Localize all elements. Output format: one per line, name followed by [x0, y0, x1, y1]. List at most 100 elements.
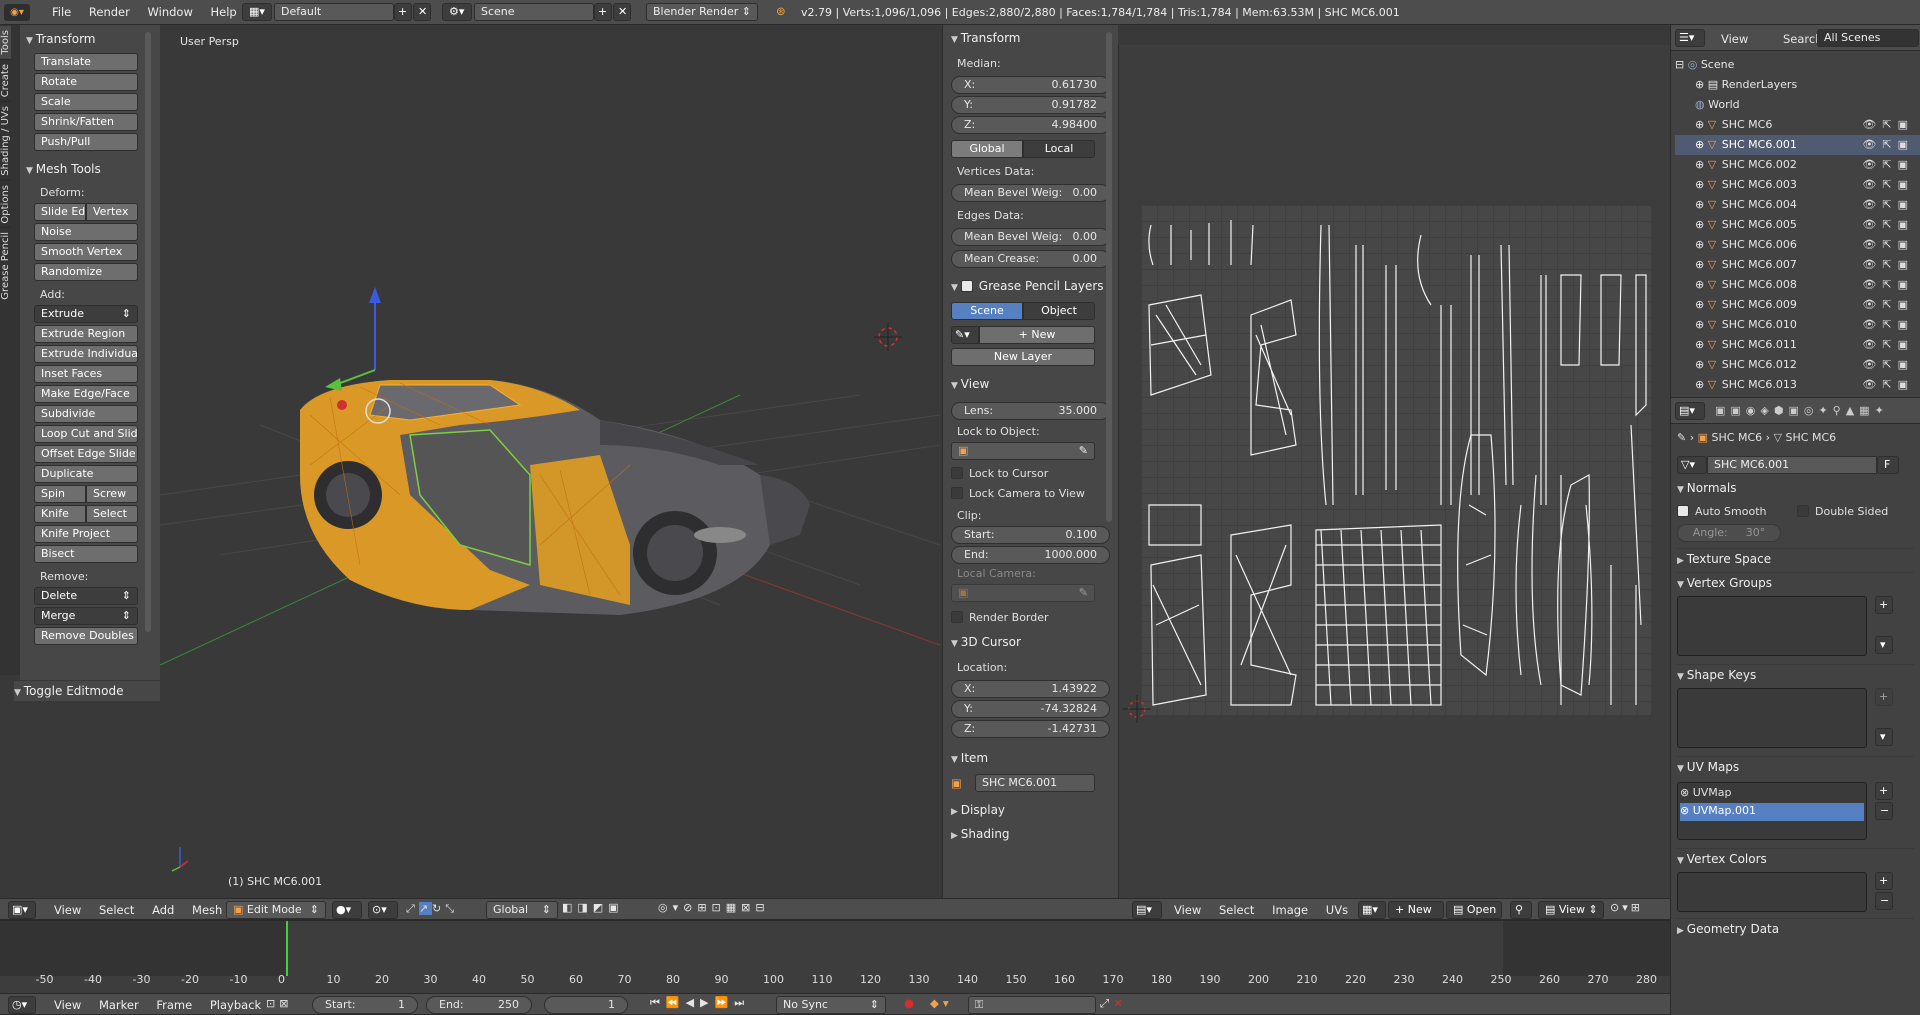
shrink-fatten-button[interactable]: Shrink/Fatten: [34, 113, 138, 131]
add-layout-icon[interactable]: +: [394, 3, 412, 21]
uv-menu-image[interactable]: Image: [1272, 903, 1308, 917]
proportional-snap-icons[interactable]: ◎▾⊘⊞⊡▦⊠⊟: [658, 901, 770, 914]
display-panel-header[interactable]: Display: [951, 800, 1110, 820]
fake-user-button[interactable]: F: [1877, 456, 1899, 474]
texture-space-header[interactable]: Texture Space: [1677, 548, 1914, 568]
pivot-icon[interactable]: ⊙▾: [368, 901, 398, 919]
outliner-object-row[interactable]: ⊕ ▽ SHC MC6.004 👁⇱▣: [1675, 195, 1920, 215]
preview-range-icons[interactable]: ⊡⊠: [266, 997, 292, 1010]
uv-menu-view[interactable]: View: [1174, 903, 1201, 917]
outliner-object-row[interactable]: ⊕ ▽ SHC MC6.007 👁⇱▣: [1675, 255, 1920, 275]
outliner-world-row[interactable]: ◍ World: [1675, 95, 1920, 115]
uv-pivot-icons[interactable]: ⊙▾⊞: [1610, 901, 1643, 914]
viewport-editor-icon[interactable]: ▣▾: [8, 901, 36, 919]
grease-pencil-header[interactable]: Grease Pencil Layers: [951, 276, 1110, 296]
lock-camera-box[interactable]: [951, 487, 963, 499]
global-toggle[interactable]: Global: [951, 140, 1023, 158]
lock-cursor-box[interactable]: [951, 467, 963, 479]
remove-vertex-color-icon[interactable]: −: [1875, 892, 1893, 910]
uv-editor-icon[interactable]: ▤▾: [1132, 901, 1162, 919]
pin-image-icon[interactable]: ⚲: [1510, 901, 1532, 919]
lock-cursor-checkbox[interactable]: Lock to Cursor: [951, 466, 1110, 482]
cursor-z-field[interactable]: Z: -1.42731: [951, 720, 1110, 738]
lens-field[interactable]: Lens: 35.000: [951, 402, 1110, 420]
outliner-renderlayers-row[interactable]: ⊕ ▤ RenderLayers: [1675, 75, 1920, 95]
expand-icon[interactable]: ⊕: [1695, 378, 1708, 391]
gp-object-toggle[interactable]: Object: [1023, 302, 1095, 320]
visibility-icons[interactable]: 👁⇱▣: [1862, 175, 1914, 195]
timeline[interactable]: -50 -40 -30 -20 -10 0 10 20 30 40 50 60 70 80 90 100 110…: [0, 920, 1670, 993]
duplicate-button[interactable]: Duplicate: [34, 465, 138, 483]
offset-edge-slide-button[interactable]: Offset Edge Slide: [34, 445, 138, 463]
n-transform-header[interactable]: Transform: [951, 28, 1110, 48]
uv-map-row[interactable]: ⊗ UVMap: [1680, 785, 1864, 803]
visibility-icons[interactable]: 👁⇱▣: [1862, 235, 1914, 255]
properties-context-tabs[interactable]: ▣▣◉◈⬢▣◎✦⚲▲▦✦: [1715, 404, 1889, 417]
shape-keys-header[interactable]: Shape Keys: [1677, 664, 1914, 684]
slide-edge-button[interactable]: Slide Ed: [34, 203, 86, 221]
toolshelf-scrollbar[interactable]: [145, 32, 151, 632]
current-frame-field[interactable]: 1: [544, 996, 628, 1014]
extrude-dropdown[interactable]: Extrude ⇕: [34, 305, 138, 323]
make-edge-face-button[interactable]: Make Edge/Face: [34, 385, 138, 403]
menu-window[interactable]: Window: [148, 5, 193, 19]
visibility-icons[interactable]: 👁⇱▣: [1862, 155, 1914, 175]
outliner-object-row[interactable]: ⊕ ▽ SHC MC6.011 👁⇱▣: [1675, 335, 1920, 355]
expand-icon[interactable]: ⊕: [1695, 198, 1708, 211]
transform-panel-header[interactable]: Transform: [26, 29, 154, 49]
geometry-data-header[interactable]: Geometry Data: [1677, 918, 1914, 938]
properties-editor-icon[interactable]: ▤▾: [1675, 402, 1705, 420]
n-panel-scrollbar[interactable]: [1106, 32, 1112, 522]
expand-icon[interactable]: ⊕: [1695, 158, 1708, 171]
outliner-scene-row[interactable]: ⊟ ◎ Scene: [1675, 55, 1920, 75]
expand-icon[interactable]: ⊕: [1695, 178, 1708, 191]
shape-key-menu-icon[interactable]: ▾: [1875, 728, 1893, 746]
expand-icon[interactable]: ⊕: [1695, 238, 1708, 251]
tl-menu-frame[interactable]: Frame: [156, 998, 192, 1012]
outliner-object-row[interactable]: ⊕ ▽ SHC MC6 👁⇱▣: [1675, 115, 1920, 135]
select-mode-icons[interactable]: ◧◨◩▣: [562, 901, 624, 914]
outliner-object-row[interactable]: ⊕ ▽ SHC MC6.006 👁⇱▣: [1675, 235, 1920, 255]
push-pull-button[interactable]: Push/Pull: [34, 133, 138, 151]
layout-field[interactable]: Default: [274, 3, 394, 21]
visibility-icons[interactable]: 👁⇱▣: [1862, 295, 1914, 315]
knife-button[interactable]: Knife: [34, 505, 86, 523]
render-border-box[interactable]: [951, 611, 963, 623]
screw-button[interactable]: Screw: [86, 485, 138, 503]
visibility-icons[interactable]: 👁⇱▣: [1862, 115, 1914, 135]
playback-controls[interactable]: ⏮⏪◀▶⏩⏭: [650, 996, 750, 1010]
remove-layout-icon[interactable]: ✕: [413, 3, 431, 21]
subdivide-button[interactable]: Subdivide: [34, 405, 138, 423]
shape-keys-list[interactable]: [1677, 688, 1867, 748]
outliner-editor-icon[interactable]: ☰▾: [1675, 29, 1705, 47]
angle-field[interactable]: Angle: 30°: [1677, 524, 1781, 542]
keying-set-field[interactable]: ⚿: [968, 996, 1096, 1014]
blender-logo-icon[interactable]: ◉▾: [4, 4, 30, 21]
item-panel-header[interactable]: Item: [951, 748, 1110, 768]
mean-crease-field[interactable]: Mean Crease: 0.00: [951, 250, 1110, 268]
vertex-colors-list[interactable]: [1677, 872, 1867, 912]
loop-cut-slide-button[interactable]: Loop Cut and Slide: [34, 425, 138, 443]
outliner-filter-dropdown[interactable]: All Scenes: [1817, 29, 1919, 47]
median-y-field[interactable]: Y: 0.91782: [951, 96, 1110, 114]
expand-icon[interactable]: ⊕: [1695, 358, 1708, 371]
new-layer-button[interactable]: New Layer: [951, 348, 1095, 366]
lock-camera-checkbox[interactable]: Lock Camera to View: [951, 486, 1110, 502]
tab-create[interactable]: Create: [0, 58, 11, 101]
shading-mode-icon[interactable]: ●▾: [332, 901, 362, 919]
3d-cursor-panel-header[interactable]: 3D Cursor: [951, 632, 1110, 652]
menu-file[interactable]: File: [52, 5, 71, 19]
vp-menu-select[interactable]: Select: [99, 903, 134, 917]
record-icon[interactable]: ●: [904, 996, 914, 1010]
scale-button[interactable]: Scale: [34, 93, 138, 111]
tl-menu-view[interactable]: View: [54, 998, 81, 1012]
inset-faces-button[interactable]: Inset Faces: [34, 365, 138, 383]
visibility-icons[interactable]: 👁⇱▣: [1862, 195, 1914, 215]
remove-scene-icon[interactable]: ✕: [613, 3, 631, 21]
tl-menu-marker[interactable]: Marker: [99, 998, 139, 1012]
extrude-individual-button[interactable]: Extrude Individual: [34, 345, 138, 363]
expand-icon[interactable]: ⊕: [1695, 338, 1708, 351]
delete-dropdown[interactable]: Delete ⇕: [34, 587, 138, 605]
clip-end-field[interactable]: End: 1000.000: [951, 546, 1110, 564]
view-panel-header[interactable]: View: [951, 374, 1110, 394]
